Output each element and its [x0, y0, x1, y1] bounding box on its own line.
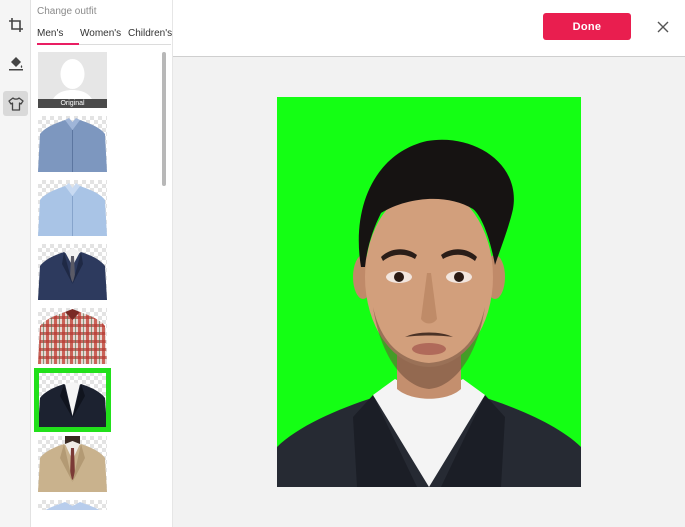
paint-bucket-icon [8, 56, 23, 70]
outfit-blue-shirt[interactable] [38, 116, 107, 172]
portrait-image [277, 97, 581, 487]
plaid-shirt-image [38, 309, 107, 364]
blue-shirt-image [38, 118, 107, 172]
crop-tool-button[interactable] [3, 12, 28, 37]
background-color-tool-button[interactable] [3, 50, 28, 75]
pale-blue-shirt-image [45, 502, 100, 510]
outfit-black-suit[interactable] [34, 368, 111, 432]
outfit-navy-suit[interactable] [38, 244, 107, 300]
outfit-category-tabs: Men's Women's Children's [37, 28, 172, 46]
crop-icon [8, 17, 23, 32]
outfit-plaid-shirt[interactable] [38, 308, 107, 364]
tool-rail [0, 0, 31, 527]
outfit-light-blue-shirt[interactable] [38, 180, 107, 236]
photo-canvas-area [173, 57, 685, 527]
outfit-tool-button[interactable] [3, 91, 28, 116]
outfit-list: Original [31, 48, 172, 510]
tab-childrens[interactable]: Children's [128, 28, 172, 39]
original-label: Original [38, 99, 107, 108]
panel-title: Change outfit [37, 6, 97, 17]
close-icon [657, 21, 669, 33]
outfit-beige-suit[interactable] [38, 436, 107, 492]
tab-mens[interactable]: Men's [37, 28, 63, 39]
tab-womens[interactable]: Women's [80, 28, 121, 39]
navy-suit-image [38, 248, 107, 300]
close-button[interactable] [653, 17, 673, 37]
shirt-icon [7, 96, 24, 111]
outfit-panel: Change outfit Men's Women's Children's O… [31, 0, 173, 527]
outfit-original[interactable]: Original [38, 52, 107, 108]
black-suit-image [38, 382, 107, 428]
outfit-pale-blue-shirt[interactable] [38, 500, 107, 510]
beige-suit-image [38, 436, 107, 492]
light-blue-shirt-image [38, 183, 107, 236]
outfit-list-scrollbar[interactable] [162, 52, 166, 186]
done-button[interactable]: Done [543, 13, 631, 40]
active-tab-indicator [37, 43, 79, 45]
editor-toolbar: Done [173, 0, 685, 57]
photo-preview [277, 97, 581, 487]
